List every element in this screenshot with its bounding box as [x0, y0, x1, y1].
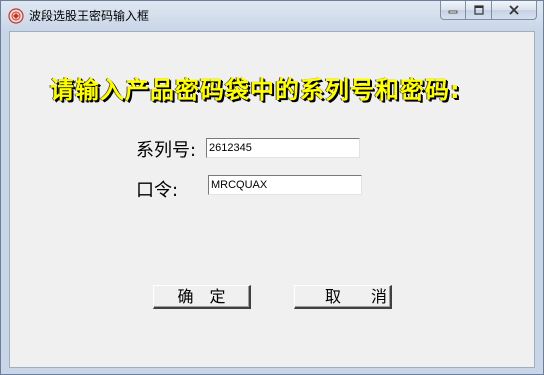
app-icon	[8, 8, 24, 24]
ok-button[interactable]: 确定	[153, 285, 251, 309]
dialog-body: 请输入产品密码袋中的系列号和密码: 系列号: 口令: 确定 取消	[9, 31, 535, 368]
caption-buttons	[440, 1, 537, 21]
maximize-button[interactable]	[466, 1, 492, 20]
serial-number-label: 系列号:	[136, 140, 197, 161]
password-label: 口令:	[136, 180, 179, 201]
password-input[interactable]	[208, 175, 362, 195]
close-icon	[509, 5, 519, 15]
minimize-button[interactable]	[440, 1, 466, 20]
minimize-icon	[448, 10, 458, 14]
dialog-window: 波段选股王密码输入框 请输入产品密码袋中的系列号和密码: 系列号: 261234…	[0, 0, 544, 375]
cancel-button[interactable]: 取消	[294, 285, 392, 309]
serial-number-input[interactable]	[206, 138, 360, 158]
title-bar[interactable]: 波段选股王密码输入框	[1, 1, 543, 31]
maximize-icon	[473, 5, 484, 15]
window-title: 波段选股王密码输入框	[29, 9, 150, 23]
instruction-heading: 请输入产品密码袋中的系列号和密码:	[50, 76, 461, 104]
close-button[interactable]	[492, 1, 537, 20]
